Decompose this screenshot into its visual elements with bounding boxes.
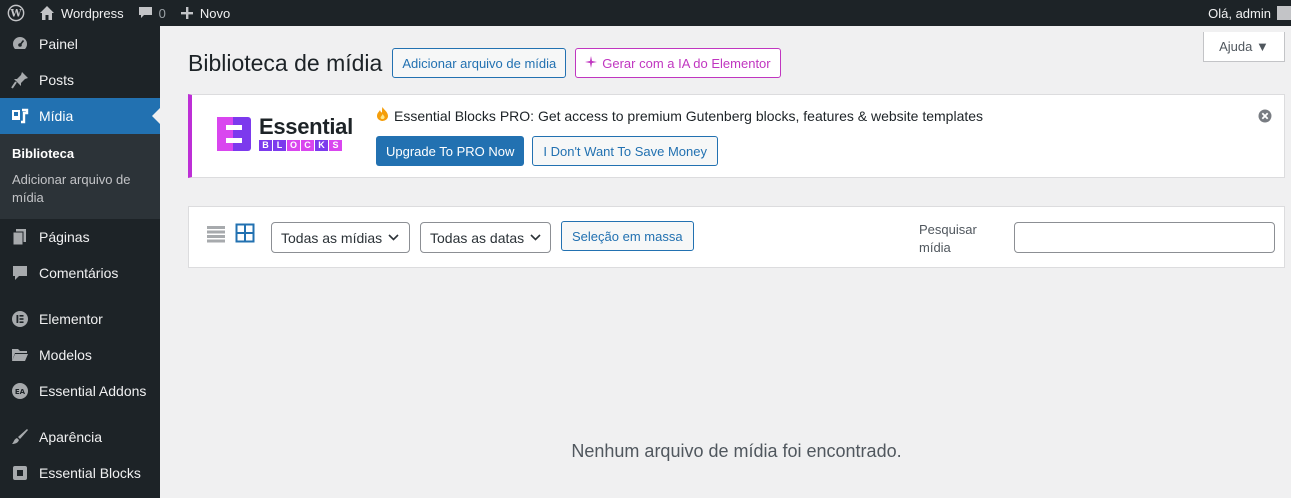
dismiss-offer-button[interactable]: I Don't Want To Save Money [532, 136, 718, 166]
admin-sidebar: Painel Posts Mídia Biblioteca Adicionar … [0, 26, 160, 498]
wordpress-logo-icon[interactable]: W [0, 0, 32, 26]
admin-bar: W Wordpress 0 Novo Olá, admin [0, 0, 1291, 26]
main-content: Ajuda ▼ Biblioteca de mídia Adicionar ar… [160, 26, 1291, 498]
logo-letter: B [259, 140, 272, 151]
new-label: Novo [199, 5, 231, 21]
menu-label: Páginas [39, 229, 90, 245]
chevron-down-icon [530, 234, 541, 241]
logo-letter: K [315, 140, 328, 151]
comment-bubble-icon [138, 6, 153, 20]
menu-item-painel[interactable]: Painel [0, 26, 160, 62]
folder-icon [10, 345, 30, 365]
menu-label: Essential Blocks [39, 465, 141, 481]
media-icon [10, 106, 30, 126]
essential-blocks-notice: Essential B L O C K S Essential Blocks P… [188, 94, 1285, 178]
notice-message-row: Essential Blocks PRO: Get access to prem… [376, 107, 983, 124]
logo-letter: L [273, 140, 286, 151]
elementor-icon [10, 309, 30, 329]
bulk-select-button[interactable]: Seleção em massa [561, 221, 694, 251]
account-greeting[interactable]: Olá, admin [1208, 6, 1271, 21]
media-submenu: Biblioteca Adicionar arquivo de mídia [0, 134, 160, 219]
menu-label: Comentários [39, 265, 119, 281]
site-name: Wordpress [61, 5, 124, 21]
essential-blocks-logo-icon [217, 117, 251, 151]
media-toolbar: Todas as mídias Todas as datas Seleção e… [188, 206, 1285, 268]
menu-item-posts[interactable]: Posts [0, 62, 160, 98]
menu-item-essential-blocks[interactable]: Essential Blocks [0, 455, 160, 491]
empty-state-message: Nenhum arquivo de mídia foi encontrado. [571, 441, 902, 461]
brush-icon [10, 427, 30, 447]
submenu-item-biblioteca[interactable]: Biblioteca [0, 141, 160, 167]
comments-icon [10, 263, 30, 283]
pages-icon [10, 227, 30, 247]
search-label: Pesquisar mídia [919, 222, 977, 255]
menu-label: Aparência [39, 429, 103, 445]
comments-count: 0 [158, 5, 166, 21]
logo-wordmark: Essential [259, 114, 353, 139]
menu-item-essential-addons[interactable]: EA Essential Addons [0, 373, 160, 409]
notice-actions: Upgrade To PRO Now I Don't Want To Save … [376, 136, 718, 166]
menu-item-paginas[interactable]: Páginas [0, 219, 160, 255]
menu-label: Modelos [39, 347, 92, 363]
dashboard-icon [10, 34, 30, 54]
new-content-link[interactable]: Novo [173, 0, 237, 26]
logo-letter: C [301, 140, 314, 151]
date-filter-value: Todas as datas [430, 229, 525, 246]
chevron-down-icon [388, 234, 399, 241]
comments-link[interactable]: 0 [131, 0, 173, 26]
essential-addons-icon: EA [10, 381, 30, 401]
notice-message: Essential Blocks PRO: Get access to prem… [394, 107, 984, 124]
menu-separator [0, 409, 160, 419]
avatar[interactable] [1277, 6, 1291, 20]
media-type-filter[interactable]: Todas as mídias [271, 222, 410, 253]
menu-label: Posts [39, 72, 75, 88]
ai-button-label: Gerar com a IA do Elementor [602, 55, 771, 71]
essential-blocks-logo: Essential B L O C K S [217, 114, 353, 151]
menu-item-midia[interactable]: Mídia [0, 98, 160, 134]
date-filter[interactable]: Todas as datas [420, 222, 551, 253]
sparkle-icon [585, 55, 598, 71]
home-icon [39, 5, 55, 21]
menu-label: Essential Addons [39, 383, 147, 399]
help-tab-button[interactable]: Ajuda ▼ [1203, 32, 1285, 62]
svg-text:W: W [9, 9, 22, 20]
svg-text:EA: EA [15, 388, 26, 396]
essential-blocks-icon [10, 463, 30, 483]
page-title: Biblioteca de mídia [188, 49, 383, 76]
logo-blocks-letters: B L O C K S [259, 140, 353, 151]
menu-item-modelos[interactable]: Modelos [0, 337, 160, 373]
plus-icon [180, 6, 194, 20]
logo-letter: O [287, 140, 300, 151]
pin-icon [10, 70, 30, 90]
grid-view-icon[interactable] [235, 223, 255, 243]
menu-label: Elementor [39, 311, 103, 327]
logo-letter: S [329, 140, 342, 151]
menu-label: Mídia [39, 108, 74, 124]
submenu-item-add-media[interactable]: Adicionar arquivo de mídia [0, 167, 160, 211]
menu-separator [0, 291, 160, 301]
site-name-link[interactable]: Wordpress [32, 0, 131, 26]
menu-item-aparencia[interactable]: Aparência [0, 419, 160, 455]
fire-icon [376, 107, 389, 124]
upgrade-pro-button[interactable]: Upgrade To PRO Now [376, 136, 525, 166]
close-icon[interactable] [1258, 109, 1272, 123]
menu-item-comentarios[interactable]: Comentários [0, 255, 160, 291]
list-view-icon[interactable] [206, 224, 226, 244]
menu-item-elementor[interactable]: Elementor [0, 301, 160, 337]
menu-label: Painel [39, 36, 78, 52]
elementor-ai-button[interactable]: Gerar com a IA do Elementor [575, 48, 781, 78]
search-input[interactable] [1014, 222, 1275, 253]
media-type-filter-value: Todas as mídias [281, 229, 383, 246]
page-header: Biblioteca de mídia Adicionar arquivo de… [188, 48, 790, 78]
add-media-button[interactable]: Adicionar arquivo de mídia [392, 48, 567, 78]
